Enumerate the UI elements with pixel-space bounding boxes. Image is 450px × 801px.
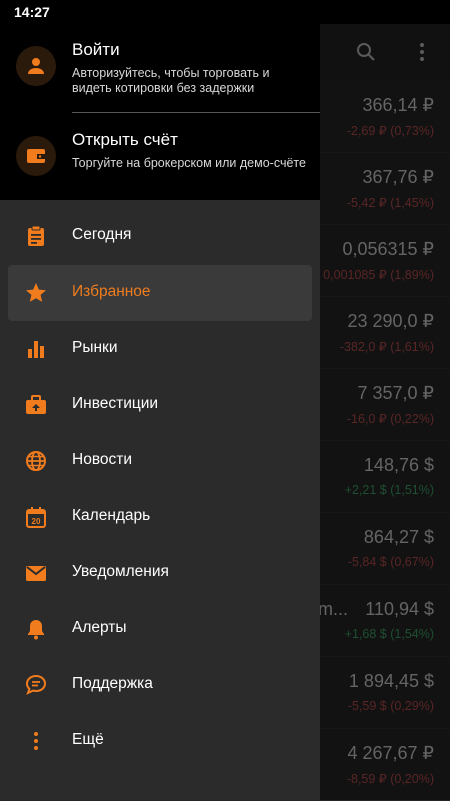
quote-change: 0,001085 ₽ (1,89%) bbox=[323, 268, 434, 282]
menu-label-support: Поддержка bbox=[72, 675, 153, 692]
quote-change: -2,69 ₽ (0,73%) bbox=[346, 124, 434, 138]
menu-label-favorites: Избранное bbox=[72, 283, 151, 300]
quote-change: -5,42 ₽ (1,45%) bbox=[346, 196, 434, 210]
quote-change: -8,59 ₽ (0,20%) bbox=[346, 772, 434, 786]
menu-label-investments: Инвестиции bbox=[72, 395, 159, 412]
calendar-icon: 20 bbox=[24, 505, 48, 529]
menu-label-markets: Рынки bbox=[72, 339, 118, 356]
menu-item-notifications[interactable]: Уведомления bbox=[8, 545, 312, 601]
navigation-drawer: Войти Авторизуйтесь, чтобы торговать и в… bbox=[0, 24, 320, 800]
menu-item-calendar[interactable]: 20 Календарь bbox=[8, 489, 312, 545]
more-vertical-icon bbox=[24, 729, 48, 753]
more-vertical-icon[interactable] bbox=[410, 40, 434, 64]
menu-label-calendar: Календарь bbox=[72, 507, 151, 524]
drawer-header: Войти Авторизуйтесь, чтобы торговать и в… bbox=[0, 24, 320, 200]
briefcase-icon bbox=[24, 393, 48, 417]
quote-price: 23 290,0 ₽ bbox=[347, 311, 434, 331]
bar-chart-icon bbox=[24, 337, 48, 361]
menu-item-more[interactable]: Ещё bbox=[8, 713, 312, 769]
quote-price: 7 357,0 ₽ bbox=[357, 383, 434, 403]
quote-price: 864,27 $ bbox=[363, 527, 434, 547]
quote-price: 1 894,45 $ bbox=[348, 671, 434, 691]
login-subtitle: Авторизуйтесь, чтобы торговать и видеть … bbox=[72, 66, 270, 95]
calendar-day-number: 20 bbox=[32, 517, 41, 526]
mail-icon bbox=[24, 561, 48, 585]
menu-item-today[interactable]: Сегодня bbox=[8, 208, 312, 264]
status-bar: 14:27 bbox=[0, 0, 450, 24]
quote-change: +1,68 $ (1,54%) bbox=[344, 627, 434, 641]
open-account-item[interactable]: Открыть счёт Торгуйте на брокерском или … bbox=[0, 114, 320, 198]
status-time: 14:27 bbox=[14, 4, 50, 20]
menu-item-investments[interactable]: Инвестиции bbox=[8, 377, 312, 433]
menu-label-today: Сегодня bbox=[72, 226, 132, 243]
quote-change: -5,84 $ (0,67%) bbox=[347, 555, 434, 569]
menu-item-markets[interactable]: Рынки bbox=[8, 321, 312, 377]
open-account-subtitle: Торгуйте на брокерском или демо-счёте bbox=[72, 156, 306, 170]
menu-item-news[interactable]: Новости bbox=[8, 433, 312, 489]
quote-price: 4 267,67 ₽ bbox=[347, 743, 434, 763]
menu-item-favorites[interactable]: Избранное bbox=[8, 265, 312, 321]
menu-label-notifications: Уведомления bbox=[72, 563, 169, 580]
quote-price: 367,76 ₽ bbox=[362, 167, 434, 187]
menu-label-news: Новости bbox=[72, 451, 133, 468]
globe-icon bbox=[24, 449, 48, 473]
search-icon[interactable] bbox=[354, 40, 378, 64]
header-divider bbox=[72, 112, 320, 113]
quote-change: -5,59 $ (0,29%) bbox=[347, 699, 434, 713]
menu-item-alerts[interactable]: Алерты bbox=[8, 601, 312, 657]
star-icon bbox=[24, 281, 48, 305]
chat-icon bbox=[24, 673, 48, 697]
open-account-title: Открыть счёт bbox=[72, 130, 178, 149]
menu-label-alerts: Алерты bbox=[72, 619, 127, 636]
quote-price: 110,94 $ bbox=[365, 599, 434, 619]
bell-icon bbox=[24, 617, 48, 641]
person-icon bbox=[16, 46, 56, 86]
login-title: Войти bbox=[72, 40, 120, 59]
menu-label-more: Ещё bbox=[72, 731, 104, 748]
quote-name: m... bbox=[318, 599, 348, 619]
quote-price: 366,14 ₽ bbox=[362, 95, 434, 115]
quote-change: +2,21 $ (1,51%) bbox=[344, 483, 434, 497]
menu-item-support[interactable]: Поддержка bbox=[8, 657, 312, 713]
clipboard-icon bbox=[24, 224, 48, 248]
quote-price: 148,76 $ bbox=[363, 455, 434, 475]
quote-price: 0,056315 ₽ bbox=[342, 239, 434, 259]
quote-change: -16,0 ₽ (0,22%) bbox=[346, 412, 434, 426]
login-item[interactable]: Войти Авторизуйтесь, чтобы торговать и в… bbox=[0, 24, 320, 108]
quote-change: -382,0 ₽ (1,61%) bbox=[339, 340, 434, 354]
wallet-icon bbox=[16, 136, 56, 176]
